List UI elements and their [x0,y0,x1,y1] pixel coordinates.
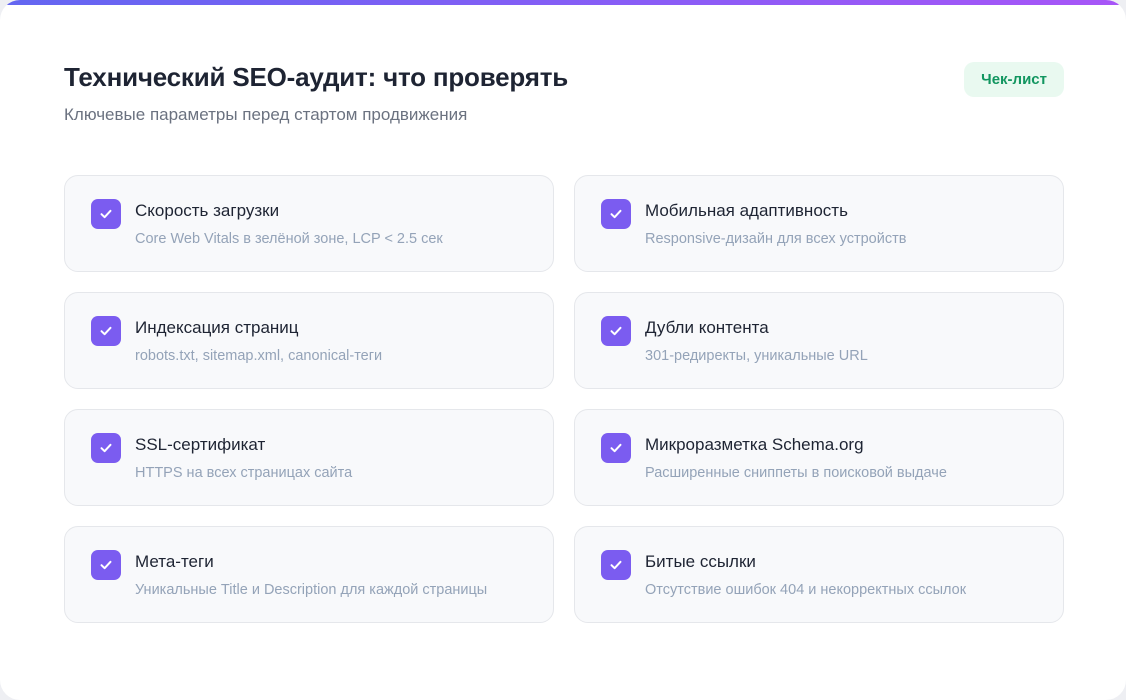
item-title: Битые ссылки [645,552,756,571]
checklist-item[interactable]: Битые ссылки Отсутствие ошибок 404 и нек… [574,526,1064,623]
item-title: SSL-сертификат [135,435,266,454]
check-icon[interactable] [91,433,121,463]
item-title: Дубли контента [645,318,769,337]
item-title: Индексация страниц [135,318,299,337]
item-description: 301-редиректы, уникальные URL [645,348,868,364]
checklist-item[interactable]: Дубли контента 301-редиректы, уникальные… [574,292,1064,389]
item-description: HTTPS на всех страницах сайта [135,465,353,481]
checklist-item[interactable]: SSL-сертификат HTTPS на всех страницах с… [64,409,554,506]
item-title: Мобильная адаптивность [645,201,848,220]
checklist-badge: Чек-лист [964,62,1064,97]
checklist-item[interactable]: Индексация страниц robots.txt, sitemap.x… [64,292,554,389]
check-icon[interactable] [601,550,631,580]
accent-top-bar [0,0,1126,5]
check-icon[interactable] [91,199,121,229]
checklist-item[interactable]: Мобильная адаптивность Responsive-дизайн… [574,175,1064,272]
check-icon[interactable] [601,316,631,346]
page-title: Технический SEO-аудит: что проверять [64,62,569,92]
item-description: Core Web Vitals в зелёной зоне, LCP < 2.… [135,231,443,247]
check-icon[interactable] [91,550,121,580]
item-title: Скорость загрузки [135,201,280,220]
checklist-item[interactable]: Мета-теги Уникальные Title и Description… [64,526,554,623]
item-description: robots.txt, sitemap.xml, canonical-теги [135,348,383,364]
check-icon[interactable] [601,433,631,463]
check-icon[interactable] [601,199,631,229]
checklist-item[interactable]: Скорость загрузки Core Web Vitals в зелё… [64,175,554,272]
page-subtitle: Ключевые параметры перед стартом продвиж… [64,105,468,124]
card-header: Технический SEO-аудит: что проверять Клю… [64,62,1064,132]
checklist-card: Технический SEO-аудит: что проверять Клю… [0,0,1126,700]
checklist-grid: Скорость загрузки Core Web Vitals в зелё… [64,175,1064,623]
item-description: Расширенные сниппеты в поисковой выдаче [645,465,947,481]
item-description: Уникальные Title и Description для каждо… [135,582,488,598]
item-title: Микроразметка Schema.org [645,435,864,454]
item-title: Мета-теги [135,552,214,571]
item-description: Responsive-дизайн для всех устройств [645,231,907,247]
checklist-item[interactable]: Микроразметка Schema.org Расширенные сни… [574,409,1064,506]
item-description: Отсутствие ошибок 404 и некорректных ссы… [645,582,967,598]
check-icon[interactable] [91,316,121,346]
